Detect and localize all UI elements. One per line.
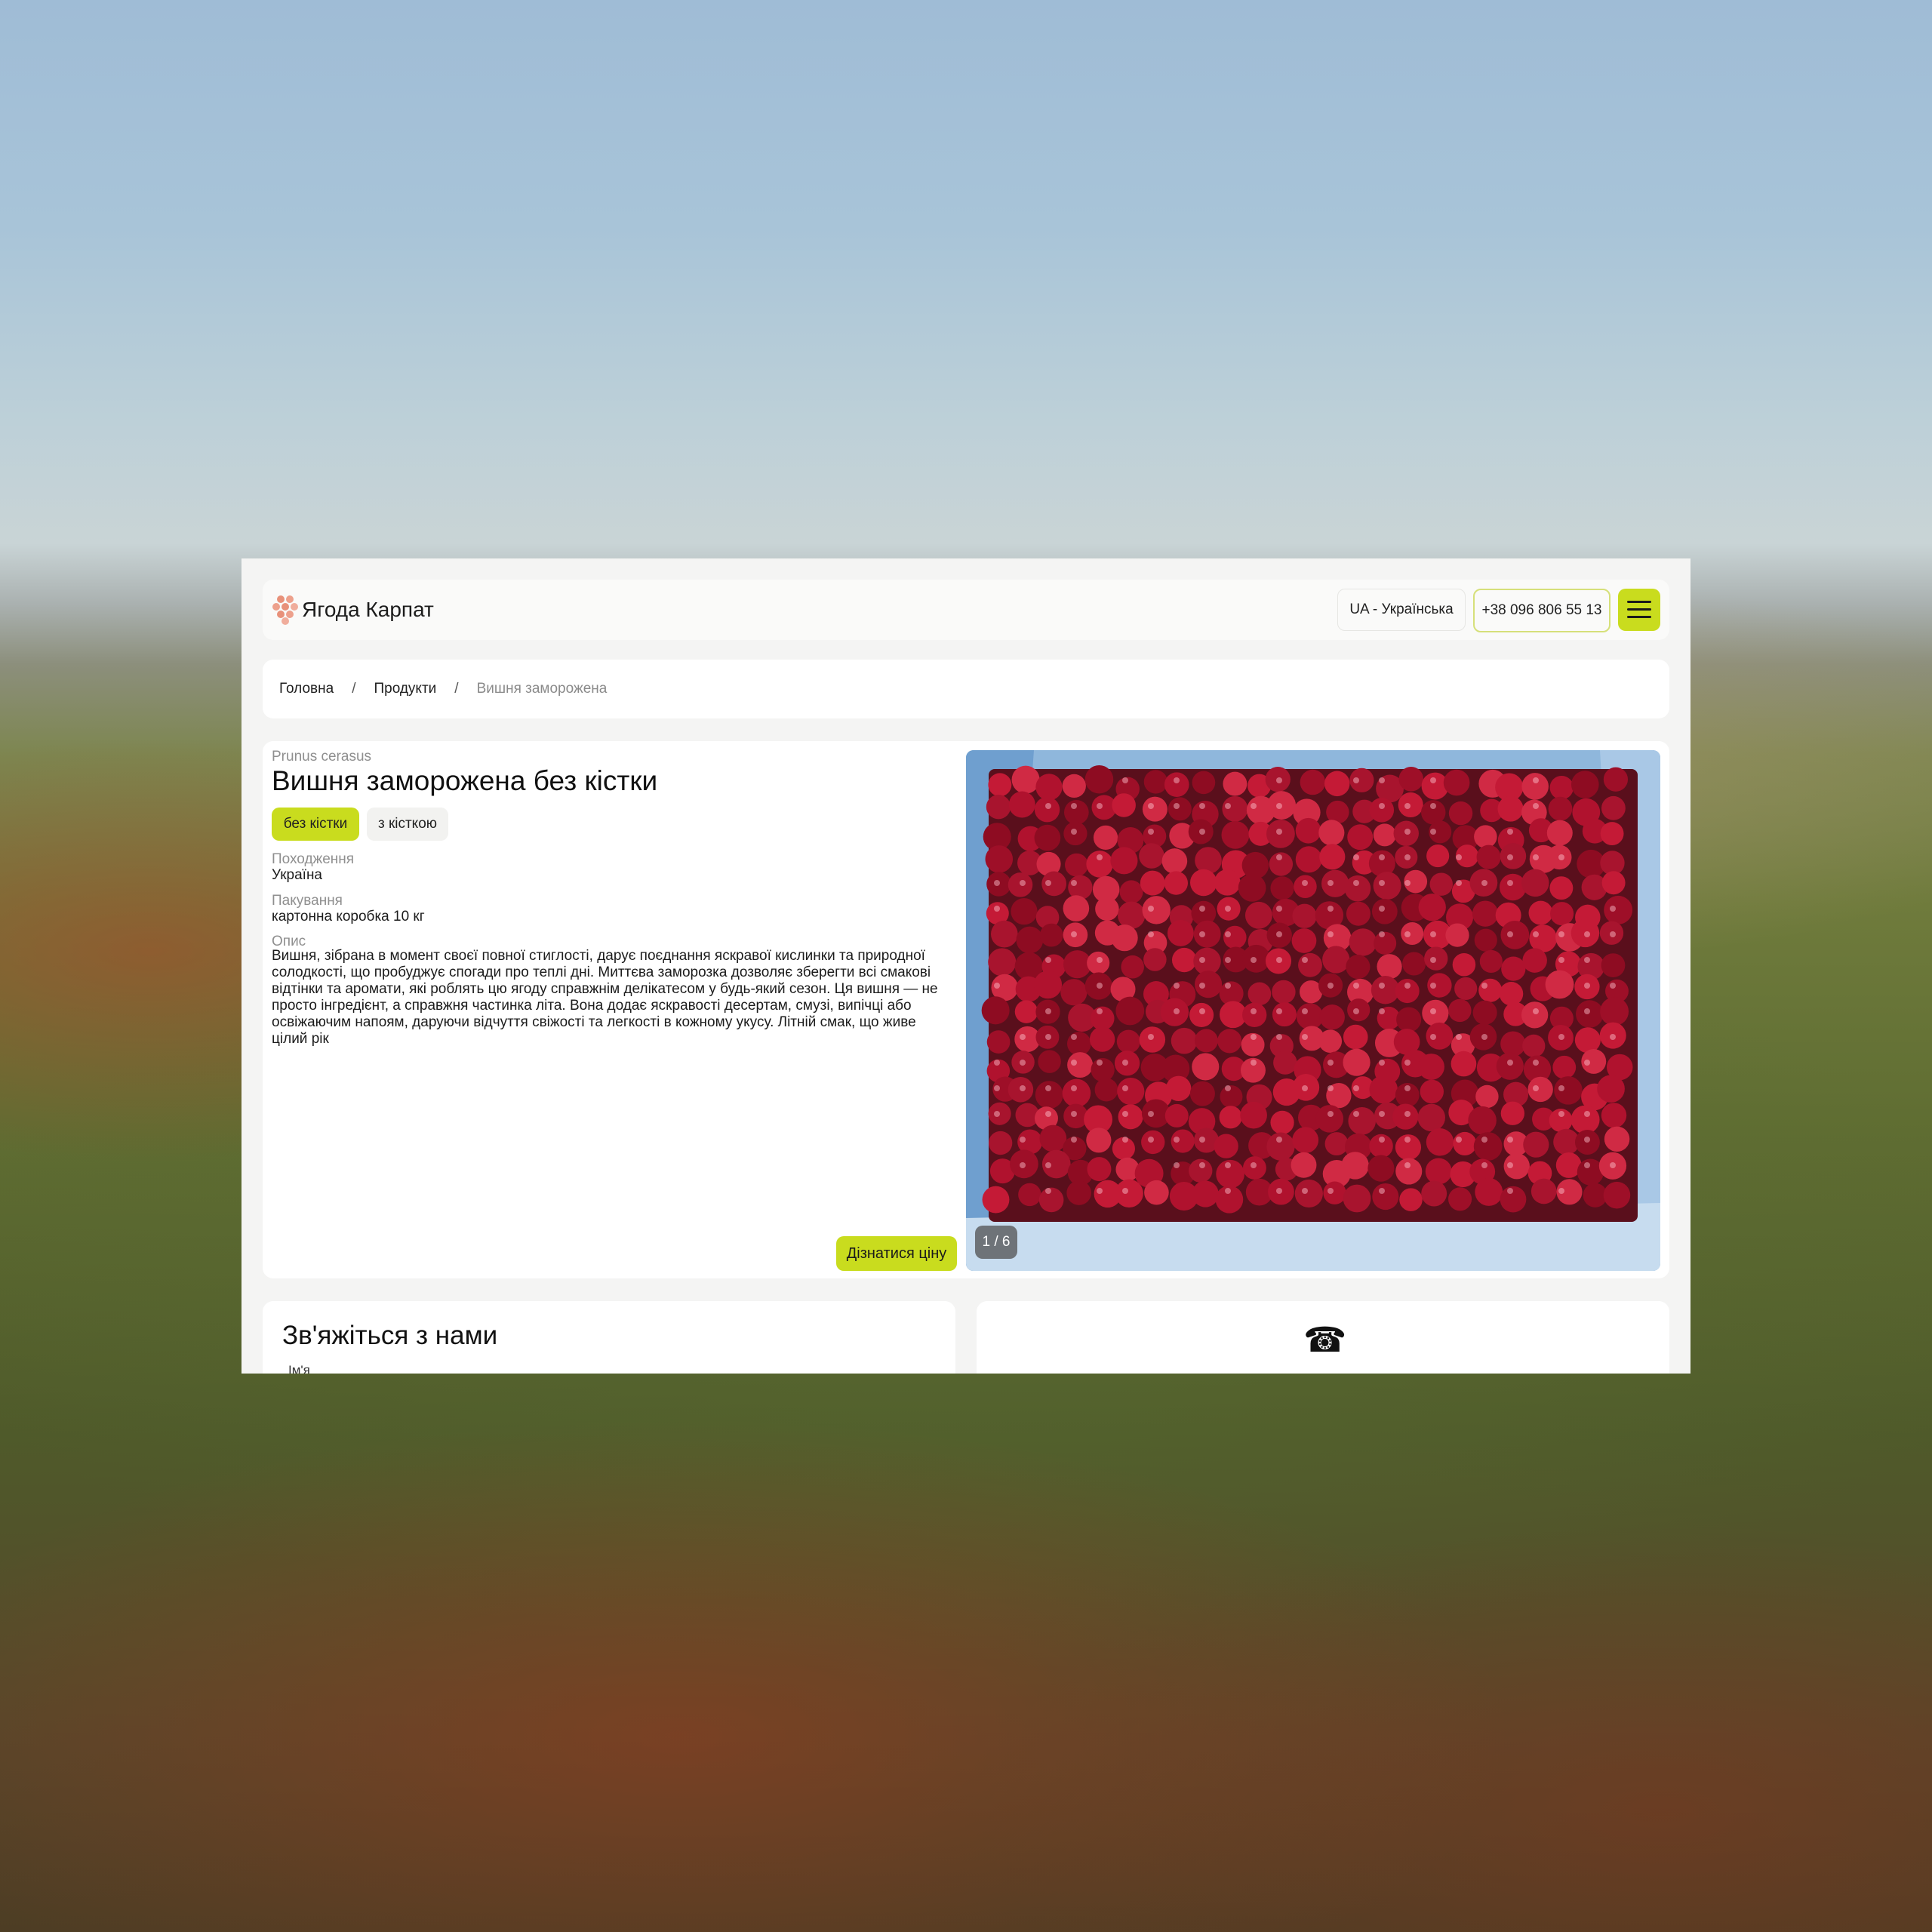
phone-button[interactable]: +38 096 806 55 13 [1473, 589, 1611, 632]
latin-name: Prunus cerasus [272, 749, 372, 764]
hamburger-icon [1627, 608, 1651, 611]
site-header: Ягода Карпат UA - Українська +38 096 806… [263, 580, 1669, 640]
name-field-label: Ім'я [288, 1363, 310, 1374]
packaging-value: картонна коробка 10 кг [272, 909, 425, 924]
breadcrumb-products[interactable]: Продукти [374, 681, 436, 697]
frozen-cherries-image [966, 750, 1660, 1271]
phone-icon: ☎ [1303, 1320, 1347, 1359]
image-counter: 1 / 6 [975, 1226, 1017, 1259]
breadcrumb-home[interactable]: Головна [279, 681, 334, 697]
hamburger-icon [1627, 616, 1651, 618]
phone-card: ☎ [977, 1301, 1669, 1374]
language-selector[interactable]: UA - Українська [1337, 589, 1466, 631]
logo[interactable]: Ягода Карпат [272, 595, 434, 625]
contact-form-card: Зв'яжіться з нами Ім'я [263, 1301, 955, 1374]
origin-label: Походження [272, 851, 355, 867]
breadcrumb-separator: / [454, 681, 459, 697]
contact-title: Зв'яжіться з нами [282, 1321, 498, 1350]
packaging-label: Пакування [272, 893, 343, 909]
breadcrumb-current: Вишня заморожена [476, 681, 608, 697]
origin-value: Україна [272, 867, 323, 883]
breadcrumb: Головна / Продукти / Вишня заморожена [263, 660, 1669, 718]
hamburger-icon [1627, 601, 1651, 603]
page-title: Вишня заморожена без кістки [272, 765, 658, 796]
menu-button[interactable] [1618, 589, 1660, 631]
product-description: Вишня, зібрана в момент своєї повної сти… [272, 948, 938, 1047]
logo-text: Ягода Карпат [302, 598, 434, 621]
berry-logo-icon [272, 595, 298, 625]
browser-page: Ягода Карпат UA - Українська +38 096 806… [242, 558, 1690, 1374]
variant-pitted[interactable]: без кістки [272, 808, 359, 841]
product-image-carousel[interactable]: 1 / 6 [966, 750, 1660, 1271]
variant-with-pit[interactable]: з кісткою [367, 808, 448, 841]
breadcrumb-separator: / [352, 681, 356, 697]
get-price-button[interactable]: Дізнатися ціну [836, 1236, 957, 1271]
product-card: Prunus cerasus Вишня заморожена без кіст… [263, 741, 1669, 1278]
